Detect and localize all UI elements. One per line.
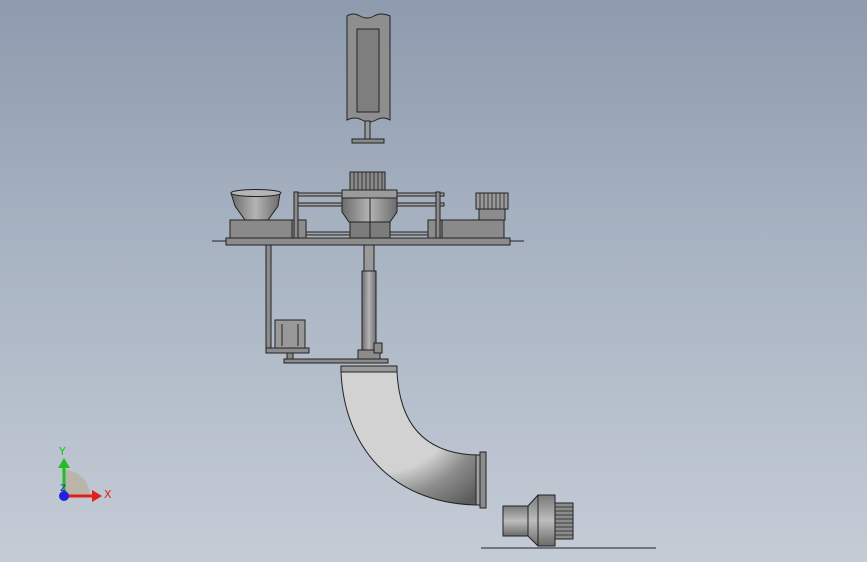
bottom-coupling[interactable] — [481, 494, 656, 549]
model-view[interactable] — [0, 0, 867, 562]
lower-linkage[interactable] — [265, 244, 389, 364]
graphics-viewport[interactable]: Y X Z — [0, 0, 867, 562]
elbow-pipe[interactable] — [340, 365, 487, 509]
y-axis-label: Y — [59, 445, 66, 458]
upper-plate-assembly[interactable] — [212, 171, 524, 246]
x-axis-label: X — [104, 488, 112, 501]
coordinate-triad — [58, 458, 102, 502]
z-axis-label: Z — [60, 484, 67, 494]
motor-assembly[interactable] — [346, 13, 391, 144]
triad-plane-marker — [64, 470, 90, 496]
